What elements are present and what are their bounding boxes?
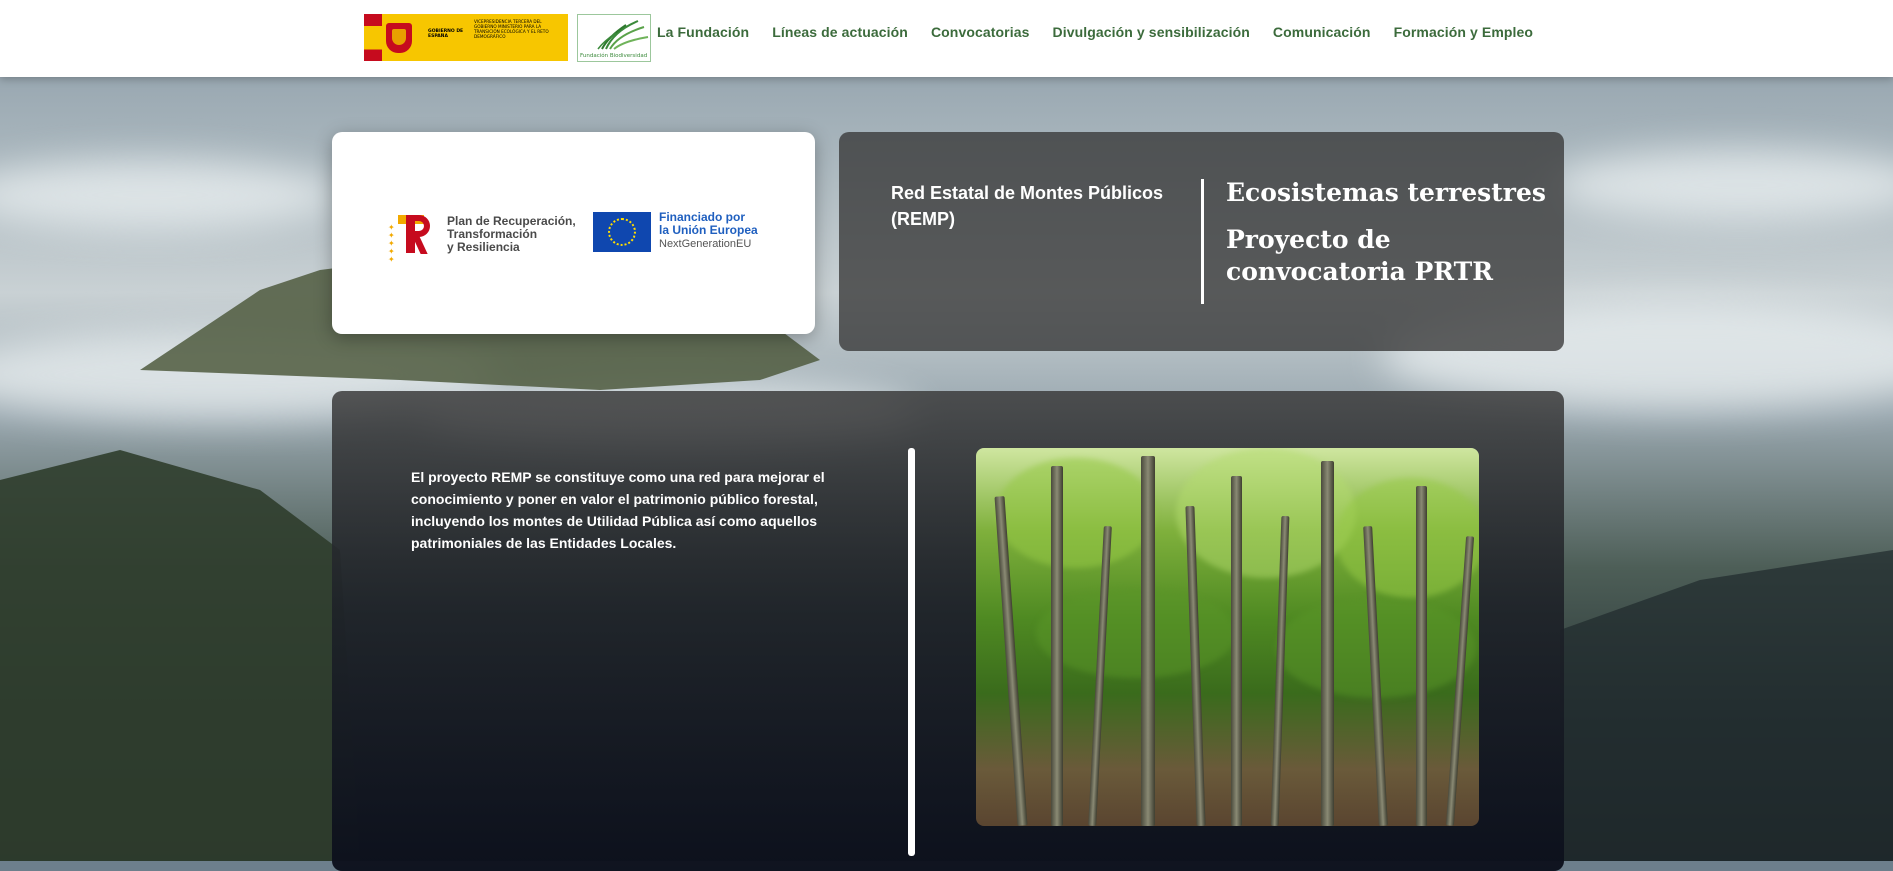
coat-of-arms-icon xyxy=(386,23,412,53)
spain-government-logo[interactable]: GOBIERNO DE ESPAÑA VICEPRESIDENCIA TERCE… xyxy=(364,14,568,61)
prtr-logo-text: Plan de Recuperación, Transformación y R… xyxy=(447,214,576,254)
nav-divulgacion[interactable]: Divulgación y sensibilización xyxy=(1053,24,1250,40)
divider xyxy=(1201,179,1204,304)
project-type: Proyecto de convocatoria PRTR xyxy=(1226,225,1494,286)
project-title-card: Red Estatal de Montes Públicos (REMP) Ec… xyxy=(839,132,1564,351)
project-description: El proyecto REMP se constituye como una … xyxy=(411,469,825,551)
nav-comunicacion[interactable]: Comunicación xyxy=(1273,24,1371,40)
site-header: GOBIERNO DE ESPAÑA VICEPRESIDENCIA TERCE… xyxy=(0,0,1893,77)
fb-logo-text: Fundación Biodiversidad xyxy=(580,53,648,59)
gov-logo-line1: GOBIERNO DE ESPAÑA xyxy=(428,29,464,39)
project-name: Red Estatal de Montes Públicos (REMP) xyxy=(891,183,1164,229)
gov-logo-line2: VICEPRESIDENCIA TERCERA DEL GOBIERNO MIN… xyxy=(474,19,549,39)
forest-photo xyxy=(976,448,1479,826)
eu-funding-text: Financiado por la Unión Europea NextGene… xyxy=(659,210,758,251)
main-nav: La Fundación Líneas de actuación Convoca… xyxy=(657,24,1533,40)
project-category: Ecosistemas terrestres xyxy=(1226,178,1546,207)
nav-la-fundacion[interactable]: La Fundación xyxy=(657,24,749,40)
fundacion-biodiversidad-logo[interactable]: Fundación Biodiversidad xyxy=(577,14,651,62)
prtr-logo-icon: ✦ ✦ ✦ ✦ ✦ xyxy=(388,212,430,264)
nav-formacion-empleo[interactable]: Formación y Empleo xyxy=(1394,24,1534,40)
nav-convocatorias[interactable]: Convocatorias xyxy=(931,24,1030,40)
eu-flag-icon xyxy=(593,212,651,252)
funding-logos-card: ✦ ✦ ✦ ✦ ✦ Plan de Recuperación, Transforma… xyxy=(332,132,815,334)
grass-icon xyxy=(597,20,649,50)
project-description-card: El proyecto REMP se constituye como una … xyxy=(332,391,1564,871)
nav-lineas-de-actuacion[interactable]: Líneas de actuación xyxy=(772,24,908,40)
divider xyxy=(908,448,915,856)
spain-flag-icon xyxy=(364,14,382,61)
